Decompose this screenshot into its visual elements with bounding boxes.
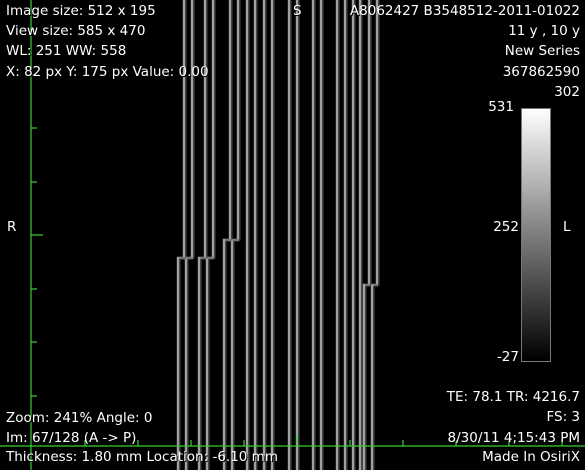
te-tr-label: TE: 78.1 TR: 4216.7 — [446, 389, 580, 405]
patient-id-label: A8062427 B3548512-2011-01022 — [349, 3, 580, 19]
orientation-right-label: L — [563, 219, 571, 235]
cursor-value-label: X: 82 px Y: 175 px Value: 0.00 — [6, 64, 209, 80]
thickness-location-label: Thickness: 1.80 mm Location: -6.10 mm — [6, 449, 278, 465]
study-id-label: 367862590 — [502, 64, 580, 80]
image-size-label: Image size: 512 x 195 — [6, 3, 156, 19]
zoom-angle-label: Zoom: 241% Angle: 0 — [6, 410, 153, 426]
view-size-label: View size: 585 x 470 — [6, 23, 146, 39]
made-in-osirix-label: Made In OsiriX — [482, 449, 580, 465]
colorbar-max-label: 531 — [488, 99, 514, 115]
acquisition-datetime-label: 8/30/11 4;15:43 PM — [447, 430, 580, 446]
fs-label: FS: 3 — [546, 409, 580, 425]
orientation-top-label: S — [293, 3, 302, 19]
series-number-label: 302 — [554, 84, 580, 100]
image-index-label: Im: 67/128 (A -> P) — [6, 430, 137, 446]
colorbar-mid-label: 252 — [493, 219, 519, 235]
patient-age-label: 11 y , 10 y — [508, 23, 580, 39]
window-level-label: WL: 251 WW: 558 — [6, 43, 127, 59]
series-name-label: New Series — [504, 43, 580, 59]
orientation-left-label: R — [7, 219, 17, 235]
grayscale-colorbar — [521, 108, 551, 362]
colorbar-min-label: -27 — [496, 349, 519, 365]
